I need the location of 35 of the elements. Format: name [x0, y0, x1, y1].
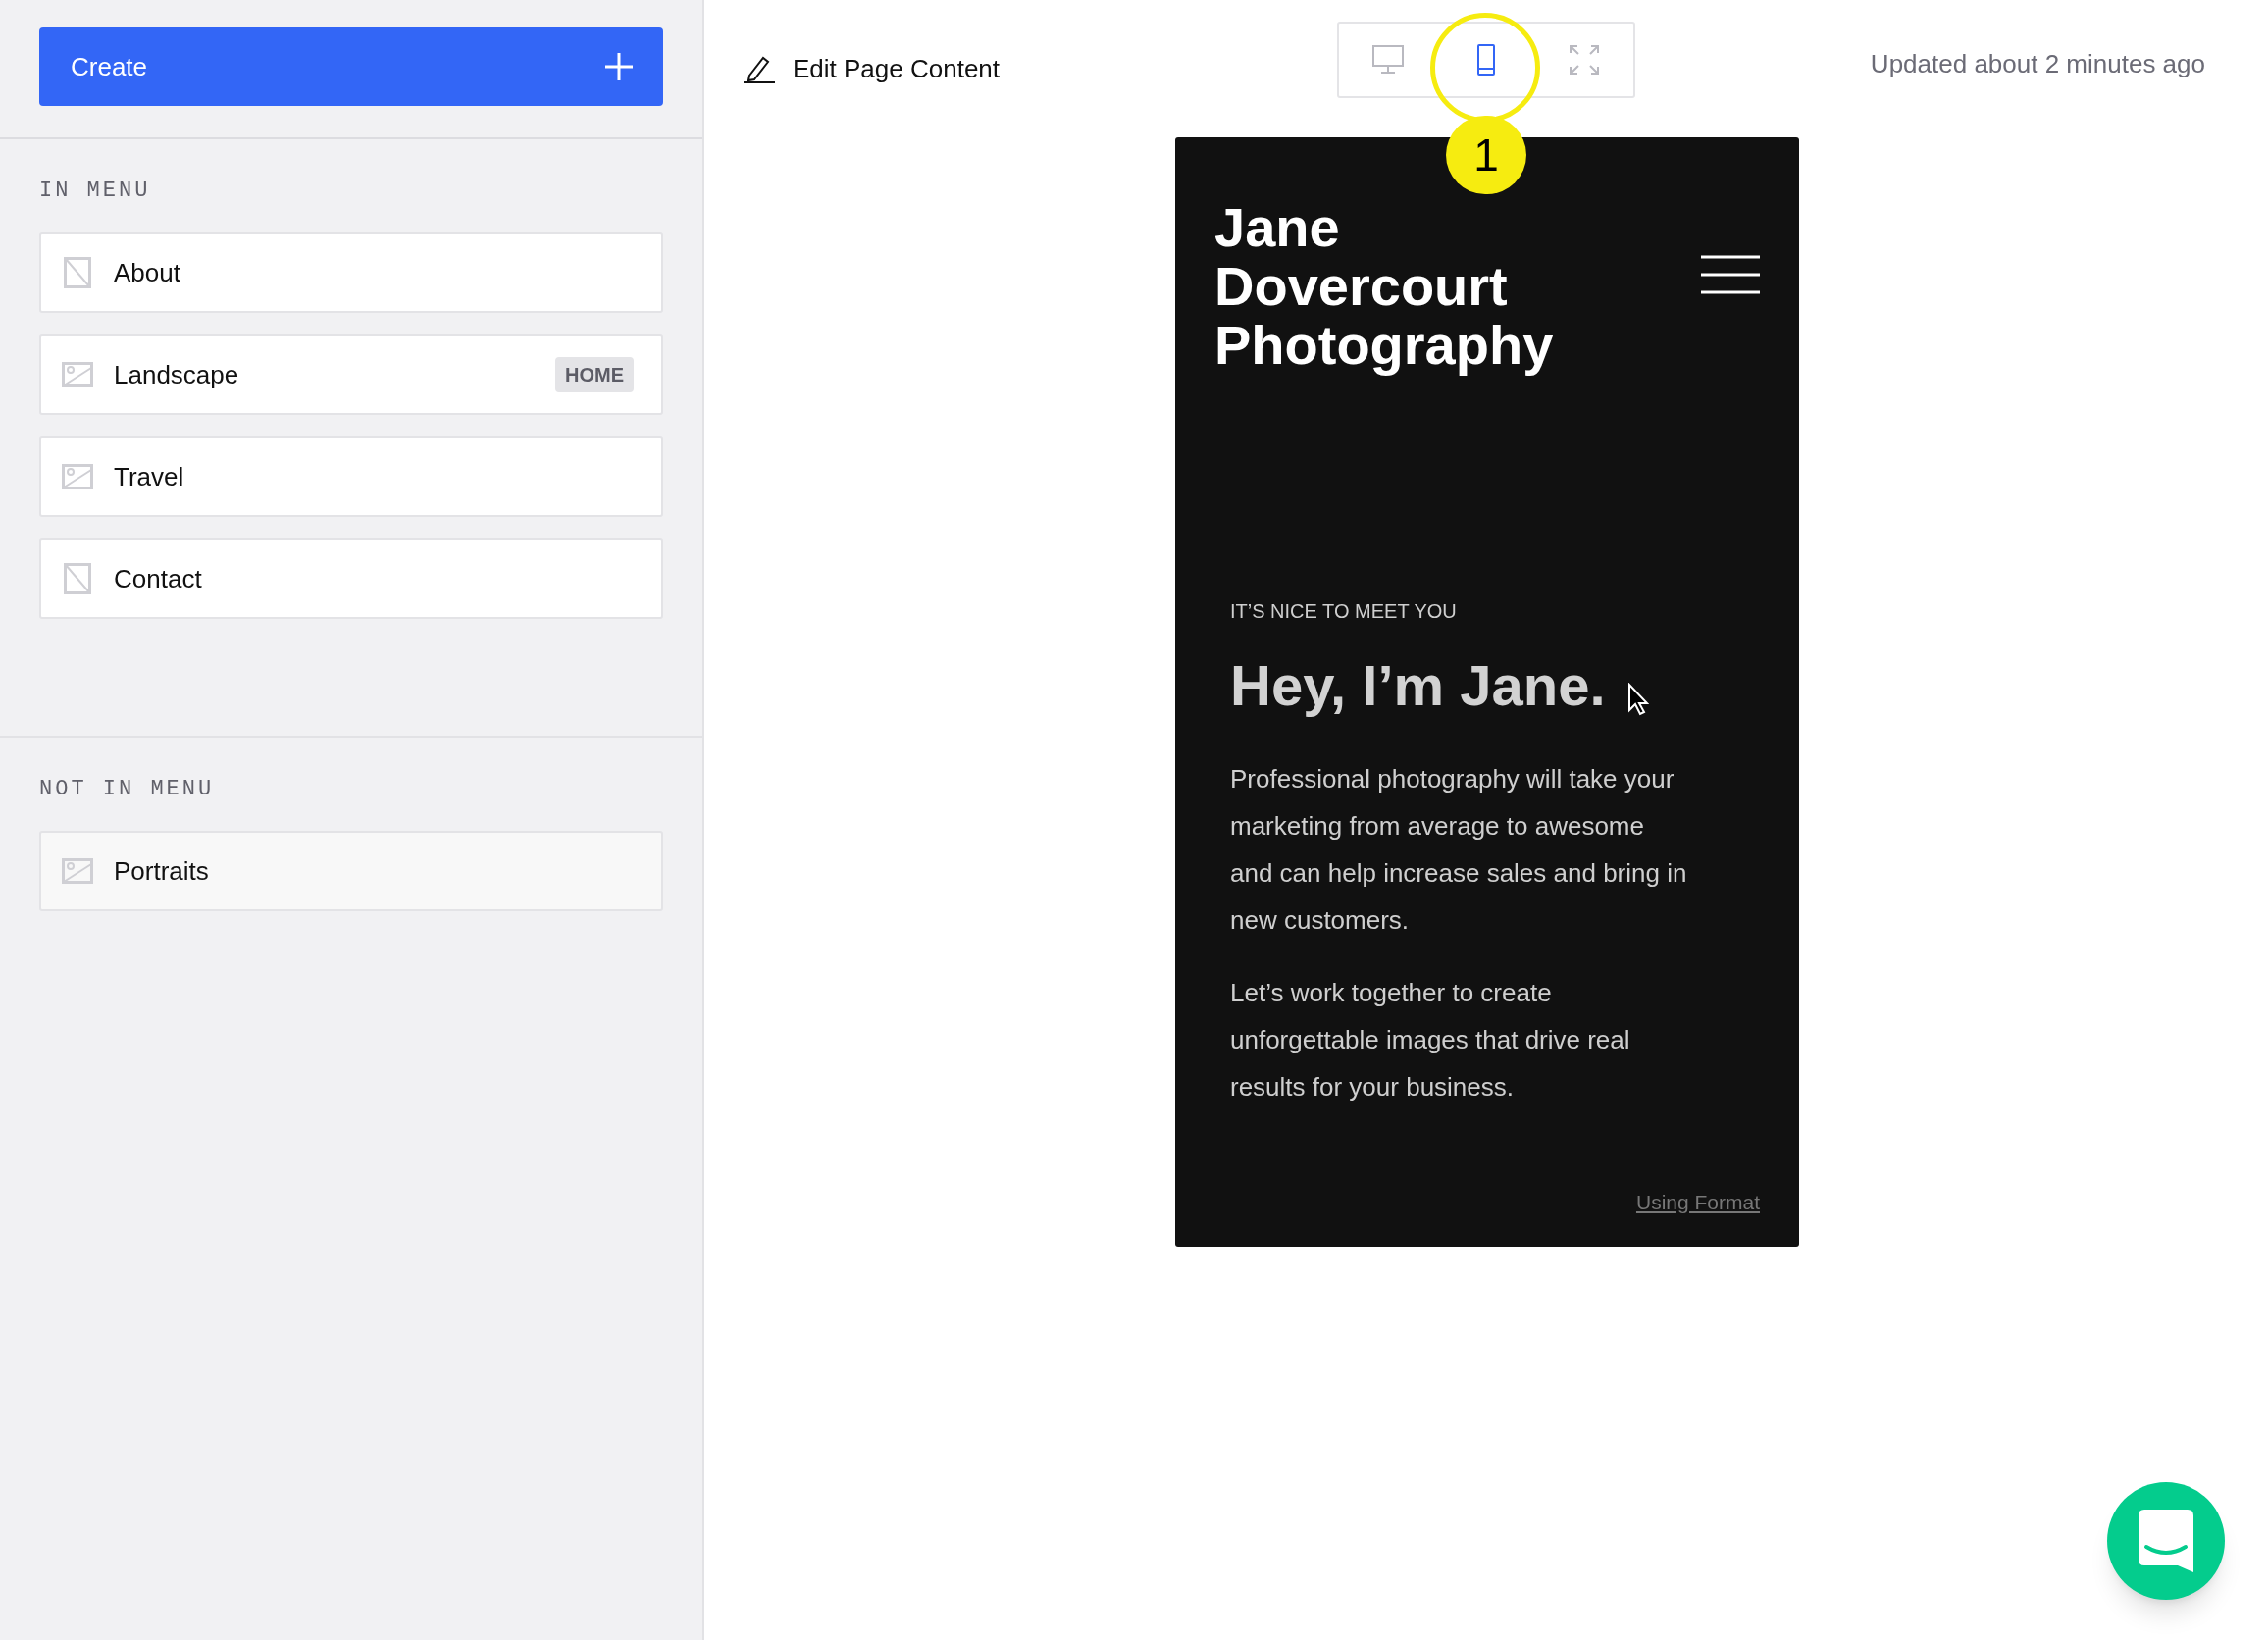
pencil-icon [744, 54, 775, 83]
desktop-icon [1372, 45, 1405, 75]
image-icon [62, 362, 93, 387]
section-heading: IN MENU [39, 178, 152, 205]
intro-paragraph: Let’s work together to create unforgettable images that drive real results for your business. [1230, 977, 1631, 1103]
chat-icon [2139, 1510, 2193, 1572]
page-item[interactable]: About [39, 232, 663, 313]
menu-icon[interactable] [1701, 255, 1760, 294]
footer-link[interactable]: Using Format [1635, 1186, 1760, 1217]
page-title: About [114, 256, 180, 289]
image-icon [62, 858, 93, 884]
section-heading: NOT IN MENU [39, 776, 216, 803]
page-title: Landscape [114, 358, 239, 391]
site-title: Jane Dovercourt Photography [1214, 198, 1555, 375]
edit-page-button[interactable]: Edit Page Content [744, 49, 1001, 88]
page-item[interactable]: Contact [39, 538, 663, 619]
image-icon [62, 464, 93, 489]
expand-icon [1569, 44, 1601, 76]
page-item[interactable]: Travel [39, 436, 663, 517]
intro-paragraph: Professional photography will take your marketing from average to awesome and can help increase sales and bring in new customers. [1230, 763, 1688, 937]
page-title: Contact [114, 562, 202, 595]
eyebrow-text: IT’S NICE TO MEET YOU [1230, 599, 1458, 624]
phone-icon [1476, 44, 1497, 76]
updated-status: Updated about 2 minutes ago [1870, 47, 2205, 80]
blank-page-icon [64, 257, 91, 288]
home-tag: HOME [555, 357, 634, 392]
cursor-icon [1626, 683, 1649, 716]
blank-page-icon [64, 563, 91, 594]
plus-icon [604, 52, 634, 81]
page-title: Portraits [114, 854, 209, 888]
intro-heading: Hey, I’m Jane. [1230, 652, 1606, 719]
page-item[interactable]: Landscape HOME [39, 334, 663, 415]
page-item[interactable]: Portraits [39, 831, 663, 911]
page-title: Travel [114, 460, 184, 493]
create-button[interactable]: Create [39, 27, 663, 106]
